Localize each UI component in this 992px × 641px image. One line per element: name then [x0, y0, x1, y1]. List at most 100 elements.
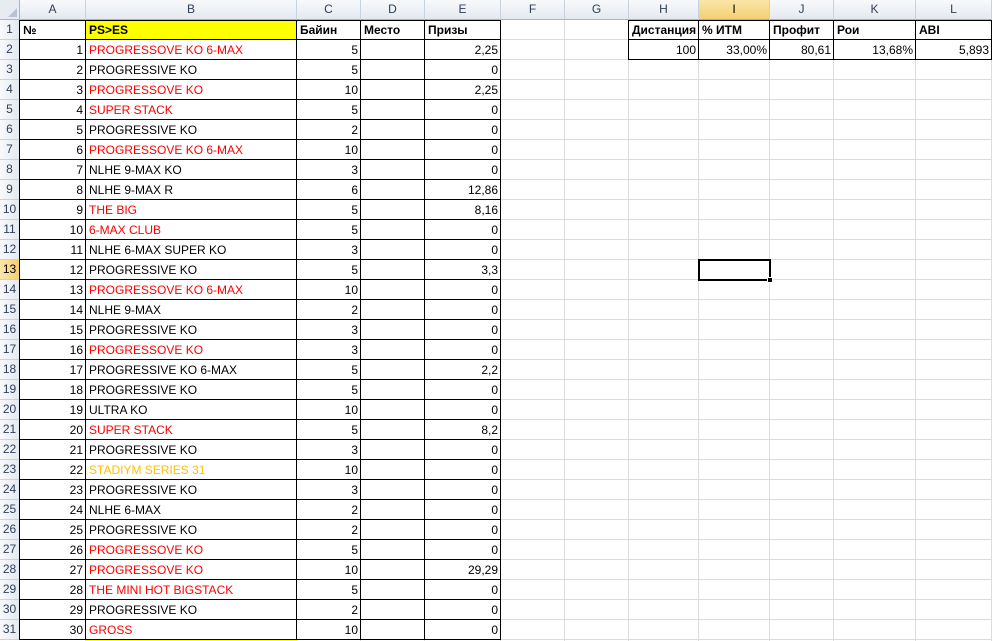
- cell-place[interactable]: [361, 420, 425, 440]
- cell-tournament-name[interactable]: NLHE 9-MAX: [86, 300, 297, 320]
- cell-prize[interactable]: 8,2: [425, 420, 501, 440]
- cell-number[interactable]: 27: [20, 560, 86, 580]
- cell-buyin[interactable]: 5: [297, 60, 361, 80]
- cell-tournament-name[interactable]: PROGRESSOVE KO: [86, 80, 297, 100]
- column-header-d[interactable]: D: [361, 0, 425, 20]
- cell-buyin[interactable]: 5: [297, 540, 361, 560]
- cell-number[interactable]: 26: [20, 540, 86, 560]
- row-header-7[interactable]: 7: [0, 140, 20, 160]
- cell-place[interactable]: [361, 440, 425, 460]
- row-header-23[interactable]: 23: [0, 460, 20, 480]
- table-header-prizes[interactable]: Призы: [425, 20, 501, 40]
- cell-prize[interactable]: 0: [425, 160, 501, 180]
- cell-tournament-name[interactable]: THE MINI HOT BIGSTACK: [86, 580, 297, 600]
- table-header-num[interactable]: №: [20, 20, 86, 40]
- cell-place[interactable]: [361, 540, 425, 560]
- cell-place[interactable]: [361, 600, 425, 620]
- row-header-18[interactable]: 18: [0, 360, 20, 380]
- cell-number[interactable]: 16: [20, 340, 86, 360]
- stats-value-itm[interactable]: 33,00%: [699, 40, 770, 60]
- cell-number[interactable]: 13: [20, 280, 86, 300]
- cell-place[interactable]: [361, 500, 425, 520]
- cell-tournament-name[interactable]: PROGRESSIVE KO: [86, 120, 297, 140]
- cell-number[interactable]: 28: [20, 580, 86, 600]
- row-header-3[interactable]: 3: [0, 60, 20, 80]
- cell-place[interactable]: [361, 460, 425, 480]
- cell-number[interactable]: 22: [20, 460, 86, 480]
- cell-number[interactable]: 10: [20, 220, 86, 240]
- active-cell-i13[interactable]: [698, 259, 773, 283]
- cell-buyin[interactable]: 3: [297, 480, 361, 500]
- cell-buyin[interactable]: 2: [297, 520, 361, 540]
- stats-header-roi[interactable]: Рои: [834, 20, 916, 40]
- cell-tournament-name[interactable]: PROGRESSIVE KO: [86, 600, 297, 620]
- cell-buyin[interactable]: 3: [297, 240, 361, 260]
- cell-place[interactable]: [361, 380, 425, 400]
- cell-prize[interactable]: 0: [425, 100, 501, 120]
- cell-place[interactable]: [361, 360, 425, 380]
- cell-buyin[interactable]: 5: [297, 40, 361, 60]
- stats-value-distance[interactable]: 100: [629, 40, 699, 60]
- row-header-1[interactable]: 1: [0, 20, 20, 40]
- table-header-place[interactable]: Место: [361, 20, 425, 40]
- cell-place[interactable]: [361, 260, 425, 280]
- cell-number[interactable]: 24: [20, 500, 86, 520]
- cell-place[interactable]: [361, 60, 425, 80]
- cell-prize[interactable]: 0: [425, 500, 501, 520]
- cell-tournament-name[interactable]: PROGRESSIVE KO: [86, 320, 297, 340]
- cell-place[interactable]: [361, 520, 425, 540]
- cell-place[interactable]: [361, 120, 425, 140]
- row-header-13[interactable]: 13: [0, 260, 20, 280]
- cell-tournament-name[interactable]: SUPER STACK: [86, 100, 297, 120]
- stats-value-abi[interactable]: 5,893: [916, 40, 992, 60]
- cell-place[interactable]: [361, 160, 425, 180]
- cell-place[interactable]: [361, 80, 425, 100]
- row-header-24[interactable]: 24: [0, 480, 20, 500]
- cell-place[interactable]: [361, 40, 425, 60]
- cell-tournament-name[interactable]: PROGRESSOVE KO: [86, 560, 297, 580]
- cell-buyin[interactable]: 2: [297, 600, 361, 620]
- cell-prize[interactable]: 0: [425, 340, 501, 360]
- cell-number[interactable]: 8: [20, 180, 86, 200]
- cell-prize[interactable]: 2,25: [425, 80, 501, 100]
- cell-place[interactable]: [361, 400, 425, 420]
- column-header-b[interactable]: B: [86, 0, 297, 20]
- cell-prize[interactable]: 29,29: [425, 560, 501, 580]
- cell-tournament-name[interactable]: PROGRESSIVE KO: [86, 380, 297, 400]
- cell-number[interactable]: 19: [20, 400, 86, 420]
- cell-buyin[interactable]: 10: [297, 80, 361, 100]
- column-header-g[interactable]: G: [565, 0, 629, 20]
- cell-prize[interactable]: 0: [425, 620, 501, 640]
- cell-number[interactable]: 21: [20, 440, 86, 460]
- cell-prize[interactable]: 0: [425, 580, 501, 600]
- cell-prize[interactable]: 0: [425, 540, 501, 560]
- cell-buyin[interactable]: 5: [297, 100, 361, 120]
- column-header-c[interactable]: C: [297, 0, 361, 20]
- stats-header-distance[interactable]: Дистанция: [629, 20, 699, 40]
- cell-place[interactable]: [361, 180, 425, 200]
- cell-place[interactable]: [361, 280, 425, 300]
- row-header-8[interactable]: 8: [0, 160, 20, 180]
- cell-prize[interactable]: 0: [425, 60, 501, 80]
- stats-header-itm[interactable]: % ИТМ: [699, 20, 770, 40]
- row-header-9[interactable]: 9: [0, 180, 20, 200]
- row-header-15[interactable]: 15: [0, 300, 20, 320]
- cell-buyin[interactable]: 10: [297, 280, 361, 300]
- cell-buyin[interactable]: 5: [297, 380, 361, 400]
- cell-number[interactable]: 2: [20, 60, 86, 80]
- row-header-10[interactable]: 10: [0, 200, 20, 220]
- cell-prize[interactable]: 0: [425, 380, 501, 400]
- cell-tournament-name[interactable]: ULTRA KO: [86, 400, 297, 420]
- cell-tournament-name[interactable]: PROGRESSIVE KO: [86, 60, 297, 80]
- column-header-h[interactable]: H: [629, 0, 699, 20]
- fill-handle[interactable]: [767, 277, 773, 283]
- cell-place[interactable]: [361, 620, 425, 640]
- cell-tournament-name[interactable]: PROGRESSOVE KO 6-MAX: [86, 40, 297, 60]
- cell-buyin[interactable]: 10: [297, 400, 361, 420]
- cell-number[interactable]: 17: [20, 360, 86, 380]
- column-header-i[interactable]: I: [699, 0, 770, 20]
- cell-prize[interactable]: 2,25: [425, 40, 501, 60]
- cell-buyin[interactable]: 3: [297, 340, 361, 360]
- cell-buyin[interactable]: 5: [297, 360, 361, 380]
- cell-tournament-name[interactable]: 6-MAX CLUB: [86, 220, 297, 240]
